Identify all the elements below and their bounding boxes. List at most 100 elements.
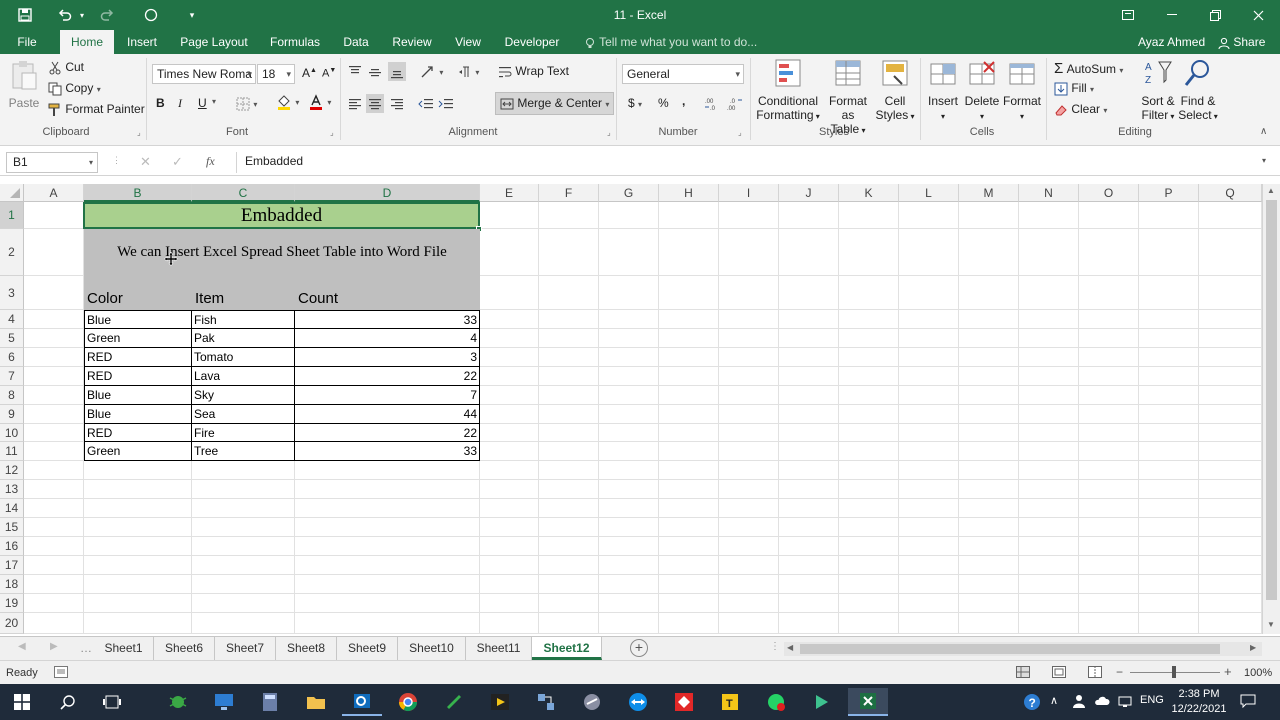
grow-font-button[interactable]: A▲ <box>302 66 317 80</box>
expand-formula-bar-icon[interactable]: ▾ <box>1262 156 1266 165</box>
font-color-button[interactable]: ▾ <box>308 94 331 110</box>
column-header-l[interactable]: L <box>899 184 959 202</box>
cloud-app-icon[interactable] <box>572 688 612 716</box>
cell-d6[interactable]: 3 <box>295 348 480 367</box>
increase-indent-button[interactable] <box>438 96 454 111</box>
cell-b6[interactable]: RED <box>84 348 192 367</box>
sheet-tab-sheet12[interactable]: Sheet12 <box>532 637 602 660</box>
input-language[interactable]: ENG <box>1140 694 1164 706</box>
column-header-q[interactable]: Q <box>1199 184 1262 202</box>
sheet-tab-sheet8[interactable]: Sheet8 <box>276 637 337 660</box>
alignment-launcher-icon[interactable]: ⌟ <box>607 128 611 137</box>
cell-b10[interactable]: RED <box>84 424 192 442</box>
row-header-2[interactable]: 2 <box>0 229 24 276</box>
clock[interactable]: 2:38 PM 12/22/2021 <box>1168 687 1230 717</box>
cell-c8[interactable]: Sky <box>192 386 295 405</box>
tab-split-icon[interactable]: ⋮ <box>770 641 780 652</box>
calculator-app-icon[interactable] <box>250 688 290 716</box>
cell-b9[interactable]: Blue <box>84 405 192 424</box>
next-sheet-icon[interactable]: ▶ <box>50 641 58 652</box>
network-app-icon[interactable] <box>526 688 566 716</box>
chrome-icon[interactable] <box>388 688 428 716</box>
column-header-g[interactable]: G <box>599 184 659 202</box>
copy-dropdown-icon[interactable]: ▾ <box>97 85 101 94</box>
insert-function-button[interactable]: fx <box>206 154 215 169</box>
task-view-icon[interactable] <box>92 688 132 716</box>
cell-b3-header[interactable]: Color <box>84 276 192 310</box>
zoom-in-icon[interactable]: + <box>1224 664 1232 679</box>
anydesk-icon[interactable] <box>664 688 704 716</box>
close-button[interactable] <box>1236 0 1280 30</box>
row-header-18[interactable]: 18 <box>0 575 24 594</box>
tray-people-icon[interactable] <box>1072 694 1086 711</box>
windows-start-icon[interactable] <box>2 688 42 716</box>
scroll-up-icon[interactable]: ▲ <box>1267 186 1275 195</box>
sheet-tab-sheet10[interactable]: Sheet10 <box>398 637 466 660</box>
camtasia-icon[interactable] <box>802 688 842 716</box>
column-header-c[interactable]: C <box>192 184 295 202</box>
cell-b1-title[interactable]: Embadded <box>83 202 480 229</box>
more-sheets-icon[interactable]: … <box>80 641 92 655</box>
notifications-icon[interactable] <box>1240 694 1256 711</box>
zoom-out-icon[interactable]: − <box>1116 665 1123 679</box>
align-left-button[interactable] <box>348 96 362 111</box>
notepad-icon[interactable]: T <box>710 688 750 716</box>
shrink-font-button[interactable]: A▼ <box>322 67 336 80</box>
underline-dropdown-icon[interactable]: ▾ <box>212 97 216 106</box>
increase-decimal-button[interactable]: .00.0 <box>704 96 722 111</box>
cell-c5[interactable]: Pak <box>192 329 295 348</box>
teamviewer-icon[interactable] <box>618 688 658 716</box>
cell-c7[interactable]: Lava <box>192 367 295 386</box>
column-header-i[interactable]: I <box>719 184 779 202</box>
column-header-b[interactable]: B <box>84 184 192 202</box>
clipboard-launcher-icon[interactable]: ⌟ <box>137 128 141 137</box>
ribbon-display-icon[interactable] <box>1106 0 1150 30</box>
row-header-19[interactable]: 19 <box>0 594 24 613</box>
column-header-m[interactable]: M <box>959 184 1019 202</box>
top-align-button[interactable] <box>348 64 362 79</box>
column-header-a[interactable]: A <box>24 184 84 202</box>
row-header-11[interactable]: 11 <box>0 442 24 461</box>
row-header-15[interactable]: 15 <box>0 518 24 537</box>
conditional-formatting-button[interactable]: Conditional Formatting ▾ <box>754 58 822 124</box>
orientation-button[interactable]: ▾ <box>420 64 443 79</box>
tab-page-layout[interactable]: Page Layout <box>176 30 252 54</box>
column-header-o[interactable]: O <box>1079 184 1139 202</box>
column-header-k[interactable]: K <box>839 184 899 202</box>
sheet-tab-sheet11[interactable]: Sheet11 <box>466 637 532 660</box>
sheet-tab-sheet6[interactable]: Sheet6 <box>154 637 215 660</box>
column-header-d[interactable]: D <box>295 184 480 202</box>
font-name-combo[interactable]: Times New Roma ▾ <box>152 64 256 84</box>
zoom-level[interactable]: 100% <box>1244 667 1272 679</box>
cell-b2-subtitle[interactable]: We can Insert Excel Spread Sheet Table i… <box>84 229 480 276</box>
row-header-17[interactable]: 17 <box>0 556 24 575</box>
autosum-button[interactable]: Σ AutoSum ▾ <box>1054 60 1123 77</box>
row-header-14[interactable]: 14 <box>0 499 24 518</box>
search-icon[interactable] <box>48 688 88 716</box>
tab-formulas[interactable]: Formulas <box>264 30 326 54</box>
cancel-entry-icon[interactable]: ✕ <box>140 154 151 170</box>
sheet-tab-sheet1[interactable]: Sheet1 <box>94 637 154 660</box>
paste-button[interactable]: Paste <box>6 60 42 110</box>
sheet-tab-sheet9[interactable]: Sheet9 <box>337 637 398 660</box>
currency-button[interactable]: $ ▾ <box>628 96 642 110</box>
find-select-button[interactable]: Find & Select ▾ <box>1178 58 1218 124</box>
cell-d5[interactable]: 4 <box>295 329 480 348</box>
vertical-scroll-thumb[interactable] <box>1266 200 1277 600</box>
fill-button[interactable]: Fill ▾ <box>1054 81 1094 96</box>
worksheet-grid[interactable]: ABCDEFGHIJKLMNOPQ 1 2 3 4 5 6 7 8 9 10 11 12 13 14 15 1… <box>0 184 1262 634</box>
column-header-f[interactable]: F <box>539 184 599 202</box>
name-box[interactable]: B1 ▾ <box>6 152 98 173</box>
cell-d9[interactable]: 44 <box>295 405 480 424</box>
row-header-13[interactable]: 13 <box>0 480 24 499</box>
column-header-n[interactable]: N <box>1019 184 1079 202</box>
row-header-12[interactable]: 12 <box>0 461 24 480</box>
number-launcher-icon[interactable]: ⌟ <box>738 128 742 137</box>
bold-button[interactable]: B <box>156 96 165 110</box>
borders-button[interactable]: ▾ <box>236 96 257 111</box>
green-app-icon[interactable] <box>434 688 474 716</box>
help-icon[interactable]: ? <box>1012 688 1052 716</box>
middle-align-button[interactable] <box>368 64 382 79</box>
monitor-app-icon[interactable] <box>204 688 244 716</box>
zoom-slider-thumb[interactable] <box>1172 666 1176 678</box>
